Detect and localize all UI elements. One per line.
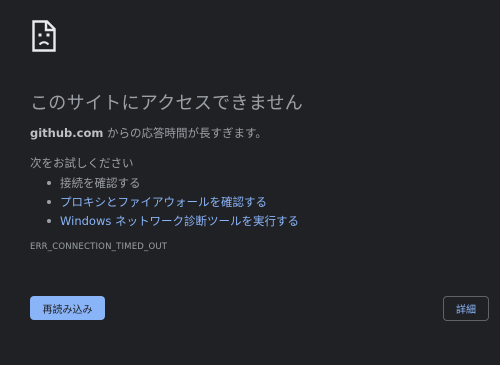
- suggestion-run-diagnostics[interactable]: Windows ネットワーク診断ツールを実行する: [47, 212, 299, 230]
- reload-button[interactable]: 再読み込み: [30, 296, 105, 320]
- suggestion-check-connection-label: 接続を確認する: [60, 176, 141, 190]
- check-proxy-firewall-link[interactable]: プロキシとファイアウォールを確認する: [60, 195, 267, 209]
- page-title: このサイトにアクセスできません: [30, 93, 304, 114]
- suggestions-heading: 次をお試しください: [30, 156, 134, 170]
- suggestions-list: 接続を確認する プロキシとファイアウォールを確認する Windows ネットワー…: [30, 174, 299, 231]
- run-diagnostics-link[interactable]: Windows ネットワーク診断ツールを実行する: [60, 214, 299, 228]
- error-description: github.com からの応答時間が長すぎます。: [30, 125, 267, 141]
- sad-page-icon: [32, 20, 56, 52]
- error-code: ERR_CONNECTION_TIMED_OUT: [30, 242, 168, 252]
- details-button[interactable]: 詳細: [443, 296, 489, 321]
- suggestion-check-proxy-firewall[interactable]: プロキシとファイアウォールを確認する: [47, 193, 299, 211]
- suggestion-check-connection: 接続を確認する: [47, 174, 299, 192]
- host-name: github.com: [30, 126, 104, 140]
- error-message: からの応答時間が長すぎます。: [103, 126, 267, 140]
